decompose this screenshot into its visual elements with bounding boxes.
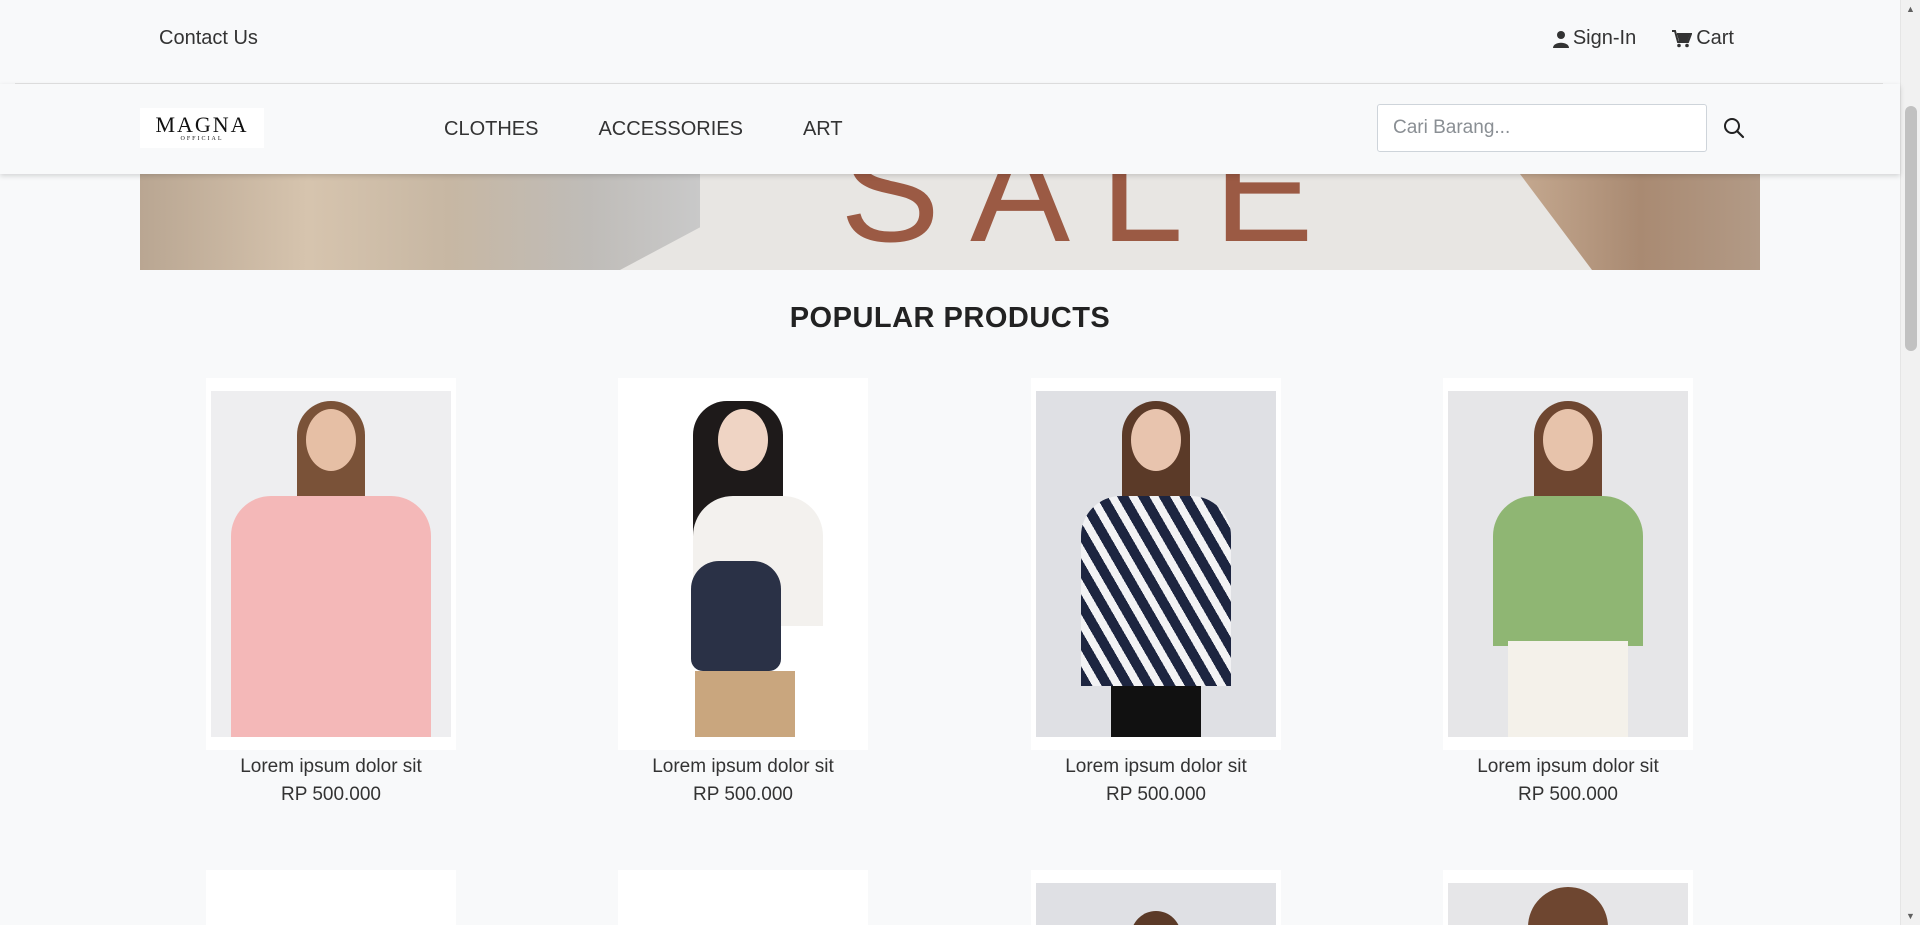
header-divider	[15, 83, 1883, 84]
search-input[interactable]	[1377, 104, 1707, 152]
product-card[interactable]: Lorem ipsum dolor sit RP 500.000	[618, 378, 868, 806]
scroll-up-icon[interactable]: ▲	[1906, 4, 1915, 14]
scrollbar-thumb[interactable]	[1905, 106, 1917, 351]
product-image	[1448, 391, 1688, 737]
main-navbar: MAGNA OFFICIAL CLOTHES ACCESSORIES ART	[0, 84, 1900, 174]
product-price: RP 500.000	[1105, 784, 1206, 805]
nav-item-accessories[interactable]: ACCESSORIES	[598, 118, 742, 141]
cart-icon	[1672, 29, 1693, 47]
product-card[interactable]	[1443, 870, 1693, 925]
product-image-frame	[1443, 378, 1693, 750]
scroll-down-icon[interactable]: ▼	[1906, 911, 1915, 921]
nav-item-art[interactable]: ART	[803, 118, 843, 141]
user-icon	[1552, 30, 1569, 48]
account-links: Sign-In Cart	[1552, 27, 1734, 50]
nav-item-clothes[interactable]: CLOTHES	[444, 118, 538, 141]
product-name[interactable]: Lorem ipsum dolor sit	[618, 756, 868, 778]
cart-link[interactable]: Cart	[1672, 27, 1734, 50]
product-image	[1036, 883, 1276, 925]
search-button[interactable]	[1720, 114, 1748, 142]
product-name[interactable]: Lorem ipsum dolor sit	[206, 756, 456, 778]
contact-us-link[interactable]: Contact Us	[159, 27, 258, 50]
product-image	[1036, 391, 1276, 737]
product-card[interactable]: Lorem ipsum dolor sit RP 500.000	[1443, 378, 1693, 806]
search-icon	[1724, 118, 1745, 139]
product-image-frame	[206, 870, 456, 925]
product-image-frame	[618, 870, 868, 925]
product-card[interactable]	[206, 870, 456, 925]
product-image	[623, 391, 863, 737]
sign-in-link[interactable]: Sign-In	[1552, 27, 1637, 50]
product-name[interactable]: Lorem ipsum dolor sit	[1031, 756, 1281, 778]
product-image-frame	[1031, 870, 1281, 925]
banner-photo-right	[1520, 174, 1760, 270]
product-image-frame	[1031, 378, 1281, 750]
product-image-frame	[1443, 870, 1693, 925]
product-image	[1448, 883, 1688, 925]
sign-in-label: Sign-In	[1572, 27, 1637, 49]
product-price: RP 500.000	[692, 784, 793, 805]
product-price: RP 500.000	[280, 784, 381, 805]
sale-banner[interactable]: SALE	[140, 174, 1760, 270]
top-bar: Contact Us Sign-In Cart	[0, 0, 1900, 84]
product-card[interactable]: Lorem ipsum dolor sit RP 500.000	[1031, 378, 1281, 806]
logo-sub: OFFICIAL	[180, 136, 224, 142]
page-scrollbar[interactable]: ▲ ▼	[1900, 0, 1920, 925]
product-name[interactable]: Lorem ipsum dolor sit	[1443, 756, 1693, 778]
logo-name: MAGNA	[155, 112, 249, 137]
product-image	[211, 391, 451, 737]
banner-sale-text: SALE	[840, 174, 1344, 270]
section-title: POPULAR PRODUCTS	[789, 302, 1111, 334]
product-image-frame	[618, 378, 868, 750]
brand-logo[interactable]: MAGNA OFFICIAL	[140, 108, 264, 148]
product-image-frame	[206, 378, 456, 750]
product-card[interactable]	[618, 870, 868, 925]
banner-photo-left	[140, 174, 700, 270]
category-menu: CLOTHES ACCESSORIES ART	[444, 118, 843, 141]
product-card[interactable]	[1031, 870, 1281, 925]
product-card[interactable]: Lorem ipsum dolor sit RP 500.000	[206, 378, 456, 806]
product-price: RP 500.000	[1517, 784, 1618, 805]
cart-label: Cart	[1696, 27, 1734, 49]
